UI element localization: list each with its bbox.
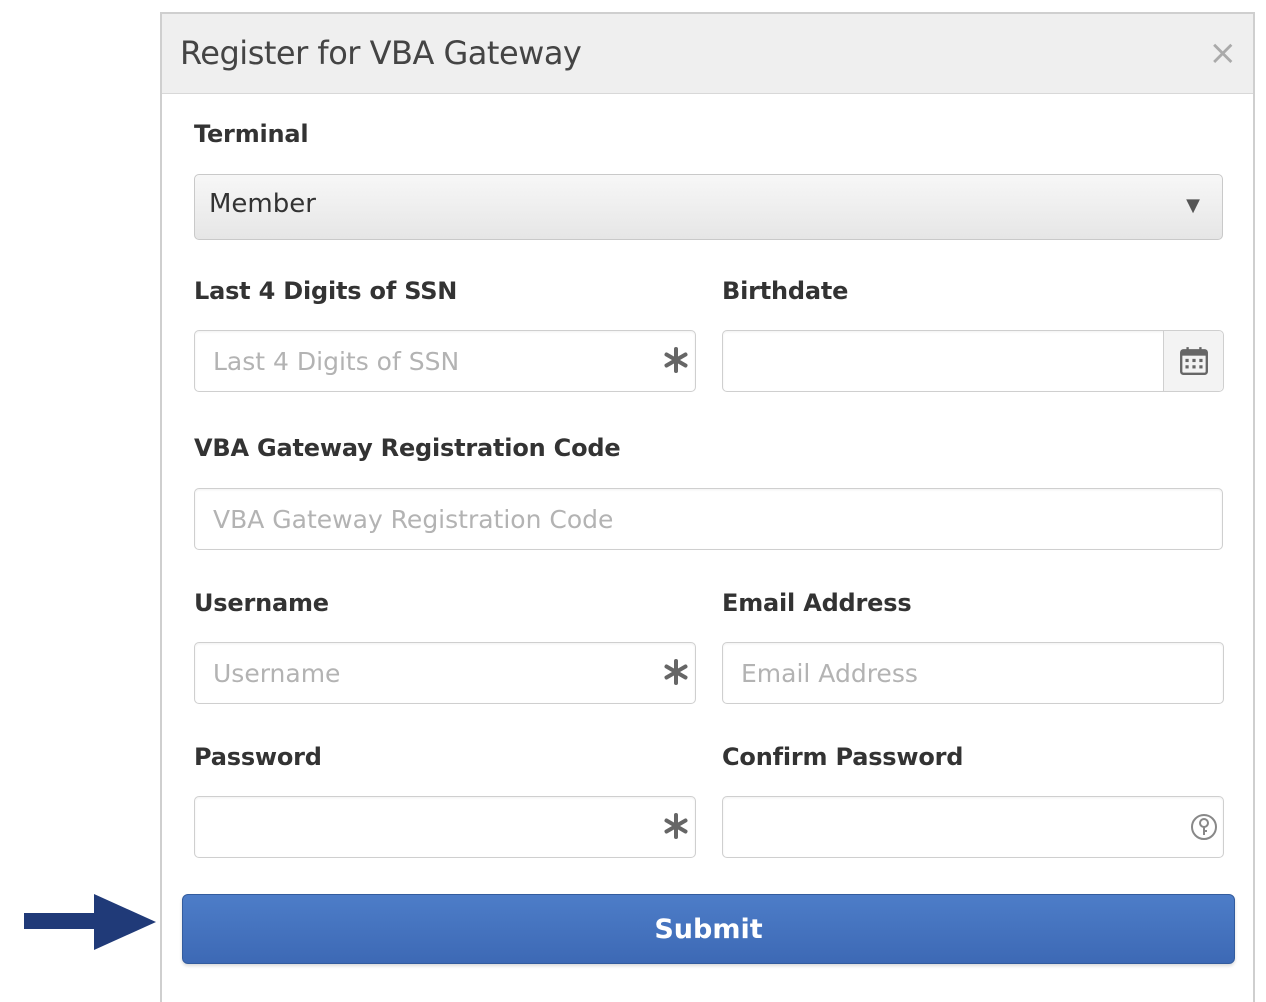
confirm-password-field [722,796,1224,858]
terminal-label: Terminal [194,120,309,148]
registration-code-field [194,488,1223,550]
username-input[interactable] [195,643,695,703]
confirm-password-label: Confirm Password [722,743,964,771]
registration-code-label: VBA Gateway Registration Code [194,434,621,462]
birthdate-field [722,330,1224,392]
ssn-input[interactable] [195,331,695,391]
password-input[interactable] [195,797,695,857]
ssn-field [194,330,696,392]
ssn-label: Last 4 Digits of SSN [194,277,458,305]
birthdate-input[interactable] [723,331,1223,391]
terminal-select[interactable]: Member ▼ [194,174,1223,240]
submit-button[interactable]: Submit [182,894,1235,964]
password-field [194,796,696,858]
chevron-down-icon: ▼ [1186,195,1200,216]
asterisk-icon [664,813,688,839]
close-icon[interactable]: × [1209,36,1238,70]
modal-title: Register for VBA Gateway [180,34,582,72]
key-icon[interactable] [1189,812,1219,842]
modal-header: Register for VBA Gateway × [162,14,1253,94]
submit-label: Submit [654,913,763,945]
birthdate-calendar-button[interactable] [1163,331,1223,391]
username-label: Username [194,589,329,617]
email-input[interactable] [723,643,1223,703]
calendar-icon [1180,347,1208,375]
register-modal: Register for VBA Gateway × Terminal Memb… [160,12,1255,1002]
password-label: Password [194,743,322,771]
arrow-right-icon [24,894,156,950]
confirm-password-input[interactable] [723,797,1223,857]
email-label: Email Address [722,589,912,617]
asterisk-icon [664,347,688,373]
username-field [194,642,696,704]
registration-code-input[interactable] [195,489,1222,549]
email-field [722,642,1224,704]
asterisk-icon [664,659,688,685]
birthdate-label: Birthdate [722,277,849,305]
terminal-selected-value: Member [209,189,316,219]
